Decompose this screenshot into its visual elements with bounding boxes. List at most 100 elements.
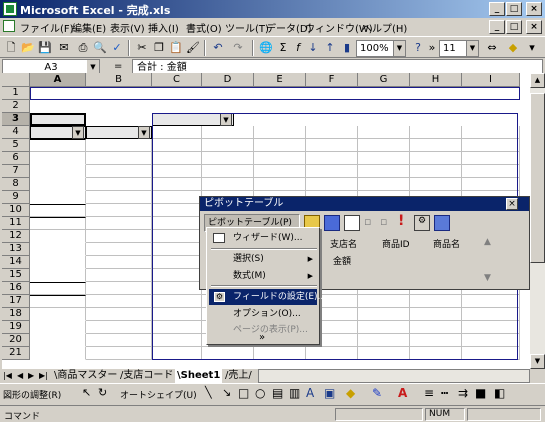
product-dropdown-icon[interactable]: ▼: [138, 126, 150, 139]
grand-total-header[interactable]: [462, 126, 520, 139]
sort-descending-icon[interactable]: ↑: [322, 40, 338, 56]
product-cell[interactable]: [86, 295, 152, 308]
show-detail-icon[interactable]: ▫: [380, 215, 396, 231]
branch-cell[interactable]: [30, 282, 86, 295]
value-cell[interactable]: [462, 295, 520, 308]
value-cell[interactable]: [410, 347, 462, 360]
more-buttons-icon[interactable]: »: [424, 40, 440, 56]
menu-item-wizard[interactable]: ウィザード(W)...: [209, 230, 317, 246]
row-header-17[interactable]: 17: [2, 295, 30, 308]
row-header-18[interactable]: 18: [2, 308, 30, 321]
menu-edit[interactable]: 編集(E): [72, 20, 106, 35]
format-painter-icon[interactable]: 🖌: [185, 40, 201, 56]
value-cell[interactable]: [152, 217, 202, 230]
value-cell[interactable]: [254, 347, 306, 360]
column-header-i[interactable]: I: [462, 73, 520, 87]
row-header-14[interactable]: 14: [2, 256, 30, 269]
value-cell[interactable]: [152, 243, 202, 256]
row-header-1[interactable]: 1: [2, 87, 30, 100]
workbook-icon[interactable]: [3, 20, 15, 32]
value-cell[interactable]: [358, 152, 410, 165]
next-sheet-icon[interactable]: ▶: [28, 369, 34, 383]
branch-cell[interactable]: [30, 321, 86, 334]
branch-cell[interactable]: [30, 139, 86, 152]
branch-cell[interactable]: [30, 217, 86, 230]
value-cell[interactable]: [462, 165, 520, 178]
print-icon[interactable]: ⎙: [75, 40, 91, 56]
value-cell[interactable]: [152, 347, 202, 360]
row-header-4[interactable]: 4: [2, 126, 30, 139]
menu-item-formulas[interactable]: 数式(M) ▶: [209, 268, 317, 284]
value-cell[interactable]: [254, 152, 306, 165]
field-settings-icon[interactable]: ⚙: [414, 215, 430, 231]
chart-wizard-icon[interactable]: [324, 215, 340, 231]
product-cell[interactable]: [86, 321, 152, 334]
value-cell[interactable]: [462, 347, 520, 360]
value-cell[interactable]: [358, 334, 410, 347]
date-header-cell[interactable]: [306, 126, 358, 139]
tab-sales[interactable]: /売上/: [225, 369, 252, 383]
value-cell[interactable]: [462, 321, 520, 334]
branch-cell[interactable]: [30, 152, 86, 165]
excel-app-icon[interactable]: [3, 2, 17, 16]
branch-cell[interactable]: [30, 191, 86, 204]
vertical-textbox-icon[interactable]: ▥: [289, 386, 300, 400]
menu-item-field-settings[interactable]: ⚙ フィールドの設定(E)...: [209, 289, 326, 305]
hide-detail-icon[interactable]: ▫: [364, 215, 380, 231]
tab-branch-code[interactable]: /支店コード: [120, 369, 173, 383]
value-cell[interactable]: [254, 178, 306, 191]
value-cell[interactable]: [358, 139, 410, 152]
product-cell[interactable]: [86, 165, 152, 178]
redo-icon[interactable]: ↷: [230, 40, 246, 56]
clipart-icon[interactable]: ▣: [324, 386, 335, 400]
row-header-5[interactable]: 5: [2, 139, 30, 152]
row-header-10[interactable]: 10: [2, 204, 30, 217]
pivot-wizard-icon[interactable]: [344, 215, 360, 231]
menu-file[interactable]: ファイル(F): [20, 20, 74, 35]
value-cell[interactable]: [152, 269, 202, 282]
line-icon[interactable]: ╲: [205, 386, 212, 399]
value-cell[interactable]: [410, 178, 462, 191]
new-icon[interactable]: 🗋: [3, 40, 19, 56]
value-cell[interactable]: [358, 347, 410, 360]
arrow-style-icon[interactable]: ⇉: [458, 386, 468, 400]
column-field-dropdown-icon[interactable]: ▼: [220, 113, 232, 126]
row-header-9[interactable]: 9: [2, 191, 30, 204]
scroll-down-icon[interactable]: ▼: [530, 354, 545, 369]
textbox-icon[interactable]: ▤: [272, 386, 283, 400]
arrow-icon[interactable]: ↘: [222, 386, 231, 399]
toolbar-options-icon[interactable]: ▾: [524, 40, 540, 56]
shadow-icon[interactable]: ■: [475, 386, 486, 400]
sort-ascending-icon[interactable]: ↓: [305, 40, 321, 56]
row-header-8[interactable]: 8: [2, 178, 30, 191]
value-cell[interactable]: [152, 152, 202, 165]
column-header-h[interactable]: H: [410, 73, 462, 87]
row-header-20[interactable]: 20: [2, 334, 30, 347]
fill-color-icon[interactable]: ◆: [505, 40, 521, 56]
value-cell[interactable]: [152, 204, 202, 217]
zoom-select[interactable]: 100% ▼: [356, 40, 406, 57]
doc-restore-button[interactable]: □: [506, 20, 522, 34]
field-scroll-up-icon[interactable]: ▲: [484, 237, 491, 247]
field-amount[interactable]: 金額: [333, 254, 351, 267]
value-cell[interactable]: [306, 347, 358, 360]
value-cell[interactable]: [152, 334, 202, 347]
scroll-thumb[interactable]: [530, 93, 545, 263]
wordart-icon[interactable]: A: [306, 386, 314, 400]
copy-icon[interactable]: ❐: [151, 40, 167, 56]
minimize-button[interactable]: _: [489, 2, 505, 16]
product-cell[interactable]: [86, 334, 152, 347]
value-cell[interactable]: [306, 178, 358, 191]
value-cell[interactable]: [358, 321, 410, 334]
value-cell[interactable]: [306, 165, 358, 178]
value-cell[interactable]: [462, 178, 520, 191]
value-cell[interactable]: [202, 139, 254, 152]
branch-cell[interactable]: [30, 204, 86, 217]
menu-help[interactable]: ヘルプ(H): [362, 20, 407, 35]
value-cell[interactable]: [410, 295, 462, 308]
first-sheet-icon[interactable]: |◀: [3, 369, 12, 383]
value-cell[interactable]: [202, 347, 254, 360]
value-cell[interactable]: [152, 308, 202, 321]
value-cell[interactable]: [410, 334, 462, 347]
free-rotate-icon[interactable]: ↻: [98, 386, 107, 399]
